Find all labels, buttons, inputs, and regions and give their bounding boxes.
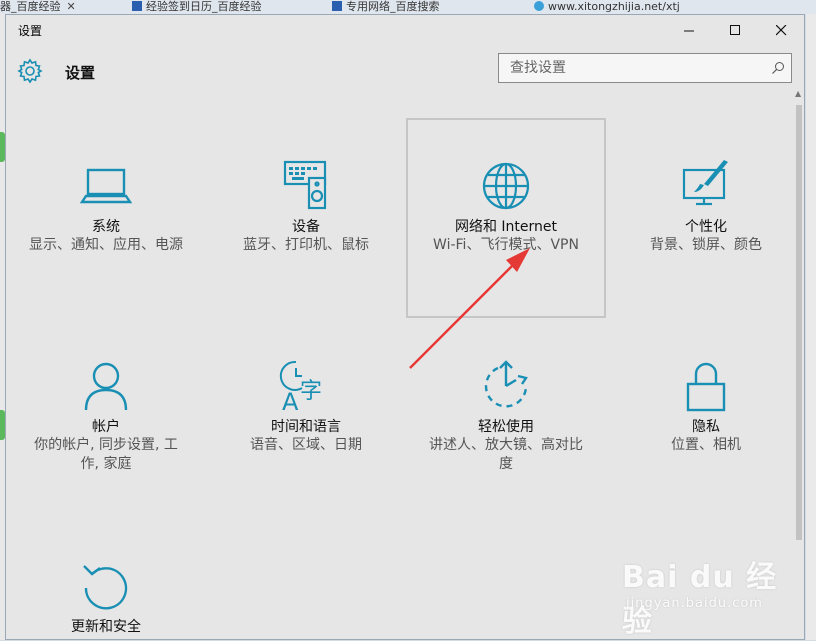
- devices-icon: [283, 160, 327, 210]
- tile-title: 更新和安全: [71, 619, 141, 635]
- tile-description: 位置、相机: [671, 437, 741, 453]
- minimize-button[interactable]: [666, 15, 712, 45]
- browser-tab-label: 器_百度经验: [0, 0, 61, 13]
- tile-title: 设备: [292, 219, 320, 235]
- favicon-icon: [332, 1, 342, 11]
- tile-time-language[interactable]: A 字 时间和语言 语音、区域、日期: [206, 318, 406, 518]
- baidu-watermark: Bai du 经验 jingyan.baidu.com: [612, 552, 782, 639]
- tile-devices[interactable]: 设备 蓝牙、打印机、鼠标: [206, 118, 406, 318]
- tile-system[interactable]: 系统 显示、通知、应用、电源: [6, 118, 206, 318]
- close-button[interactable]: [758, 15, 804, 45]
- tile-privacy[interactable]: 隐私 位置、相机: [606, 318, 806, 518]
- watermark-site: jingyan.baidu.com: [626, 596, 763, 611]
- tile-personalization[interactable]: 个性化 背景、锁屏、颜色: [606, 118, 806, 318]
- gear-icon: [17, 58, 43, 84]
- tab-close-icon[interactable]: ✕: [67, 0, 76, 13]
- background-browser-tabs: 器_百度经验 ✕ 经验签到日历_百度经验 专用网络_百度搜索 www.xitong…: [0, 0, 816, 14]
- tile-network-internet[interactable]: 网络和 Internet Wi-Fi、飞行模式、VPN: [406, 118, 606, 318]
- browser-tab-label: 经验签到日历_百度经验: [146, 0, 262, 13]
- favicon-icon: [132, 1, 142, 11]
- tile-title: 系统: [92, 219, 120, 235]
- background-window-edge: [806, 14, 816, 640]
- personalization-icon: [682, 160, 728, 206]
- tile-description: 语音、区域、日期: [250, 437, 362, 453]
- tile-title: 隐私: [692, 419, 720, 435]
- browser-tab[interactable]: www.xitongzhijia.net/xtj: [534, 0, 724, 14]
- search-box[interactable]: [498, 53, 792, 83]
- time-language-icon: A 字: [279, 360, 322, 414]
- tile-title: 时间和语言: [271, 419, 341, 435]
- scroll-up-icon[interactable]: ▲: [795, 89, 801, 98]
- globe-icon: [482, 162, 530, 210]
- tile-accounts[interactable]: 帐户 你的帐户, 同步设置, 工作, 家庭: [6, 318, 206, 518]
- maximize-button[interactable]: [712, 15, 758, 45]
- tile-description: 讲述人、放大镜、高对比度: [429, 437, 583, 472]
- favicon-icon: [534, 1, 544, 11]
- person-icon: [84, 362, 128, 411]
- search-input[interactable]: [499, 54, 770, 82]
- browser-tab[interactable]: 专用网络_百度搜索: [332, 0, 512, 14]
- tile-title: 网络和 Internet: [454, 219, 558, 235]
- maximize-icon: [729, 24, 740, 35]
- update-icon: [83, 565, 128, 610]
- svg-text:字: 字: [300, 379, 322, 404]
- svg-text:A: A: [282, 388, 299, 414]
- tile-description: Wi-Fi、飞行模式、VPN: [433, 237, 579, 253]
- browser-tab-label: 专用网络_百度搜索: [346, 0, 440, 13]
- laptop-icon: [79, 168, 133, 204]
- tile-ease-of-access[interactable]: 轻松使用 讲述人、放大镜、高对比度: [406, 318, 606, 518]
- window-title: 设置: [18, 24, 43, 38]
- lock-icon: [686, 362, 726, 412]
- tile-description: 背景、锁屏、颜色: [650, 237, 762, 253]
- tile-title: 轻松使用: [478, 419, 534, 435]
- tile-description: 显示、通知、应用、电源: [29, 237, 183, 253]
- browser-tab[interactable]: 经验签到日历_百度经验: [132, 0, 312, 14]
- page-title: 设置: [65, 64, 96, 82]
- tile-update-security[interactable]: 更新和安全: [6, 518, 206, 641]
- tile-description: 蓝牙、打印机、鼠标: [243, 237, 369, 253]
- tile-description: 你的帐户, 同步设置, 工作, 家庭: [34, 437, 178, 472]
- search-icon[interactable]: [771, 61, 785, 75]
- tile-title: 帐户: [92, 419, 120, 435]
- browser-tab-label: www.xitongzhijia.net/xtj: [548, 0, 680, 13]
- minimize-icon: [683, 30, 694, 31]
- settings-window: 设置 设置 ▲: [5, 14, 805, 640]
- tile-title: 个性化: [685, 219, 727, 235]
- title-bar[interactable]: 设置: [6, 15, 804, 45]
- ease-of-access-icon: [484, 360, 528, 408]
- close-icon: [775, 24, 786, 35]
- browser-tab[interactable]: 器_百度经验 ✕: [0, 0, 110, 14]
